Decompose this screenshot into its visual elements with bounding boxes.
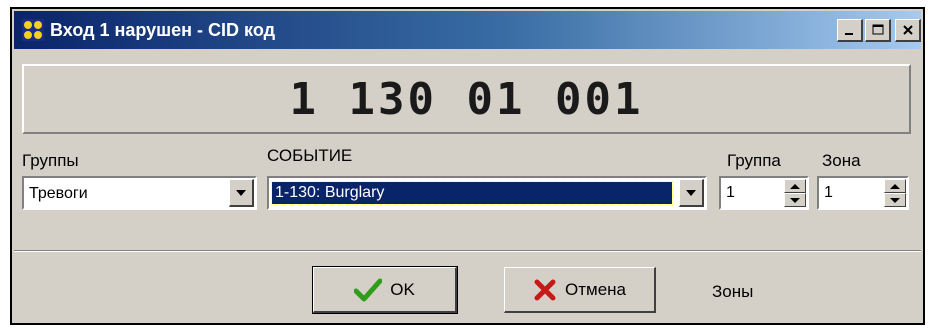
event-combobox-value: 1-130: Burglary [271,181,673,205]
window-title: Вход 1 нарушен - CID код [50,20,276,40]
zone-label: Зона [822,151,861,170]
groups-combobox[interactable]: Тревоги [22,176,257,210]
cancel-button-label: Отмена [565,279,626,299]
zone-spin-down-button[interactable] [884,193,906,207]
zone-spinbox-value: 1 [824,184,833,201]
arrow-up-icon [790,183,800,189]
chevron-down-icon [236,189,246,196]
group-spinbox-value: 1 [726,184,735,201]
cid-code-panel: 1 130 01 001 [22,64,911,134]
zone-spinbox[interactable]: 1 [817,176,909,210]
close-button[interactable] [895,19,921,42]
button-panel [14,253,921,321]
event-combobox[interactable]: 1-130: Burglary [267,176,707,210]
arrow-up-icon [890,183,900,189]
arrow-down-icon [890,197,900,203]
app-icon [22,19,44,41]
separator [14,250,921,252]
event-dropdown-button[interactable] [679,179,704,207]
group-spin-down-button[interactable] [784,193,806,207]
group-label: Группа [727,151,781,170]
minimize-icon [844,33,853,35]
group-spin-up-button[interactable] [784,179,806,193]
groups-dropdown-button[interactable] [229,179,254,207]
zone-spin-buttons [884,179,906,207]
cross-icon [534,279,556,300]
group-spinbox[interactable]: 1 [719,176,809,210]
groups-label: Группы [22,151,79,170]
maximize-icon [872,24,883,35]
arrow-down-icon [790,197,800,203]
check-icon [354,278,383,301]
chevron-down-icon [686,189,696,196]
group-spin-buttons [784,179,806,207]
ok-button-label: OK [390,279,415,299]
zone-spin-up-button[interactable] [884,179,906,193]
cancel-button[interactable]: Отмена [504,267,656,313]
cid-dialog-window: Вход 1 нарушен - CID код 1 130 01 001 Гр… [10,7,925,325]
cid-code: 1 130 01 001 [289,73,644,125]
title-bar[interactable]: Вход 1 нарушен - CID код [14,11,921,49]
zones-label: Зоны [712,282,754,301]
ok-button[interactable]: OK [312,266,458,314]
event-label: СОБЫТИЕ [267,146,353,165]
groups-combobox-value: Тревоги [29,185,88,202]
minimize-button[interactable] [837,19,863,42]
maximize-button[interactable] [865,19,891,42]
close-icon [902,25,913,35]
